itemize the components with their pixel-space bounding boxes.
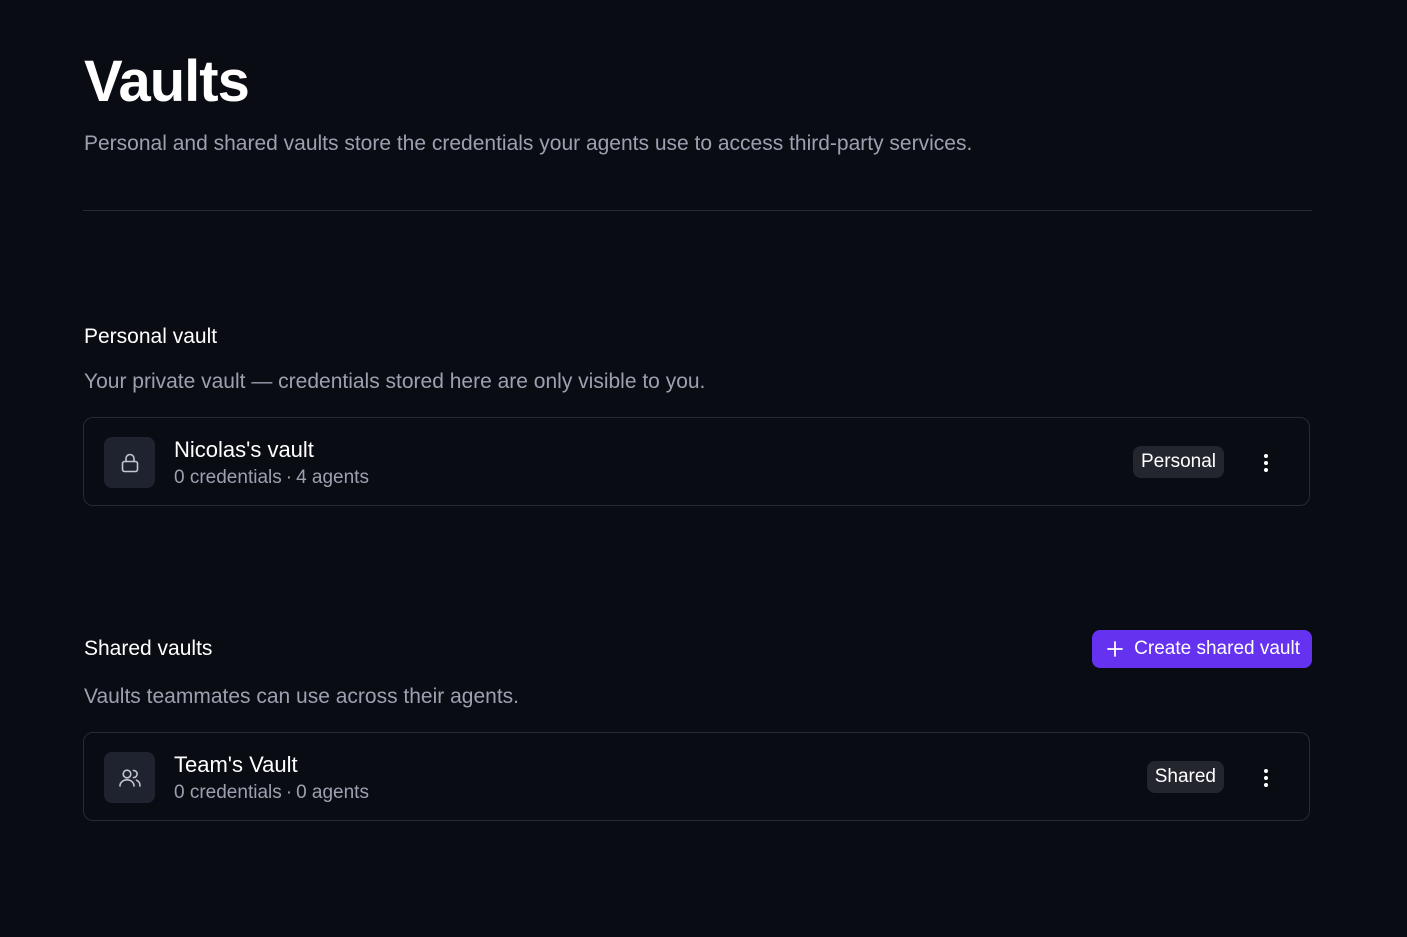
vault-meta: 0 credentials · 4 agents [174, 466, 369, 490]
shared-section-description: Vaults teammates can use across their ag… [84, 685, 519, 708]
vault-name: Team's Vault [174, 752, 298, 777]
users-icon [104, 752, 155, 803]
shared-badge: Shared [1146, 761, 1224, 793]
vault-credentials-count: 0 credentials [174, 782, 282, 803]
meta-separator: · [285, 467, 293, 488]
personal-section-description: Your private vault — credentials stored … [84, 370, 706, 393]
vault-credentials-count: 0 credentials [174, 467, 282, 488]
page-title: Vaults [84, 49, 250, 114]
vaults-page: Vaults Personal and shared vaults store … [0, 0, 1407, 937]
personal-vault-card[interactable]: Nicolas's vault 0 credentials · 4 agents P… [83, 417, 1310, 506]
vault-name: Nicolas's vault [174, 437, 314, 462]
header-divider [83, 210, 1312, 211]
create-shared-vault-button[interactable]: Create shared vault [1092, 630, 1312, 668]
personal-badge: Personal [1133, 446, 1224, 478]
more-options-icon[interactable] [1251, 448, 1281, 478]
plus-icon [1106, 640, 1124, 658]
meta-separator: · [285, 782, 293, 803]
vault-meta: 0 credentials · 0 agents [174, 781, 369, 805]
shared-section-title: Shared vaults [84, 637, 213, 660]
lock-icon [104, 437, 155, 488]
shared-vault-card[interactable]: Team's Vault 0 credentials · 0 agents Shar… [83, 732, 1310, 821]
page-subtitle: Personal and shared vaults store the cre… [84, 132, 973, 155]
vault-agents-count: 4 agents [296, 467, 369, 488]
create-shared-vault-label: Create shared vault [1134, 638, 1300, 659]
vault-agents-count: 0 agents [296, 782, 369, 803]
personal-section-title: Personal vault [84, 325, 218, 348]
more-options-icon[interactable] [1251, 763, 1281, 793]
